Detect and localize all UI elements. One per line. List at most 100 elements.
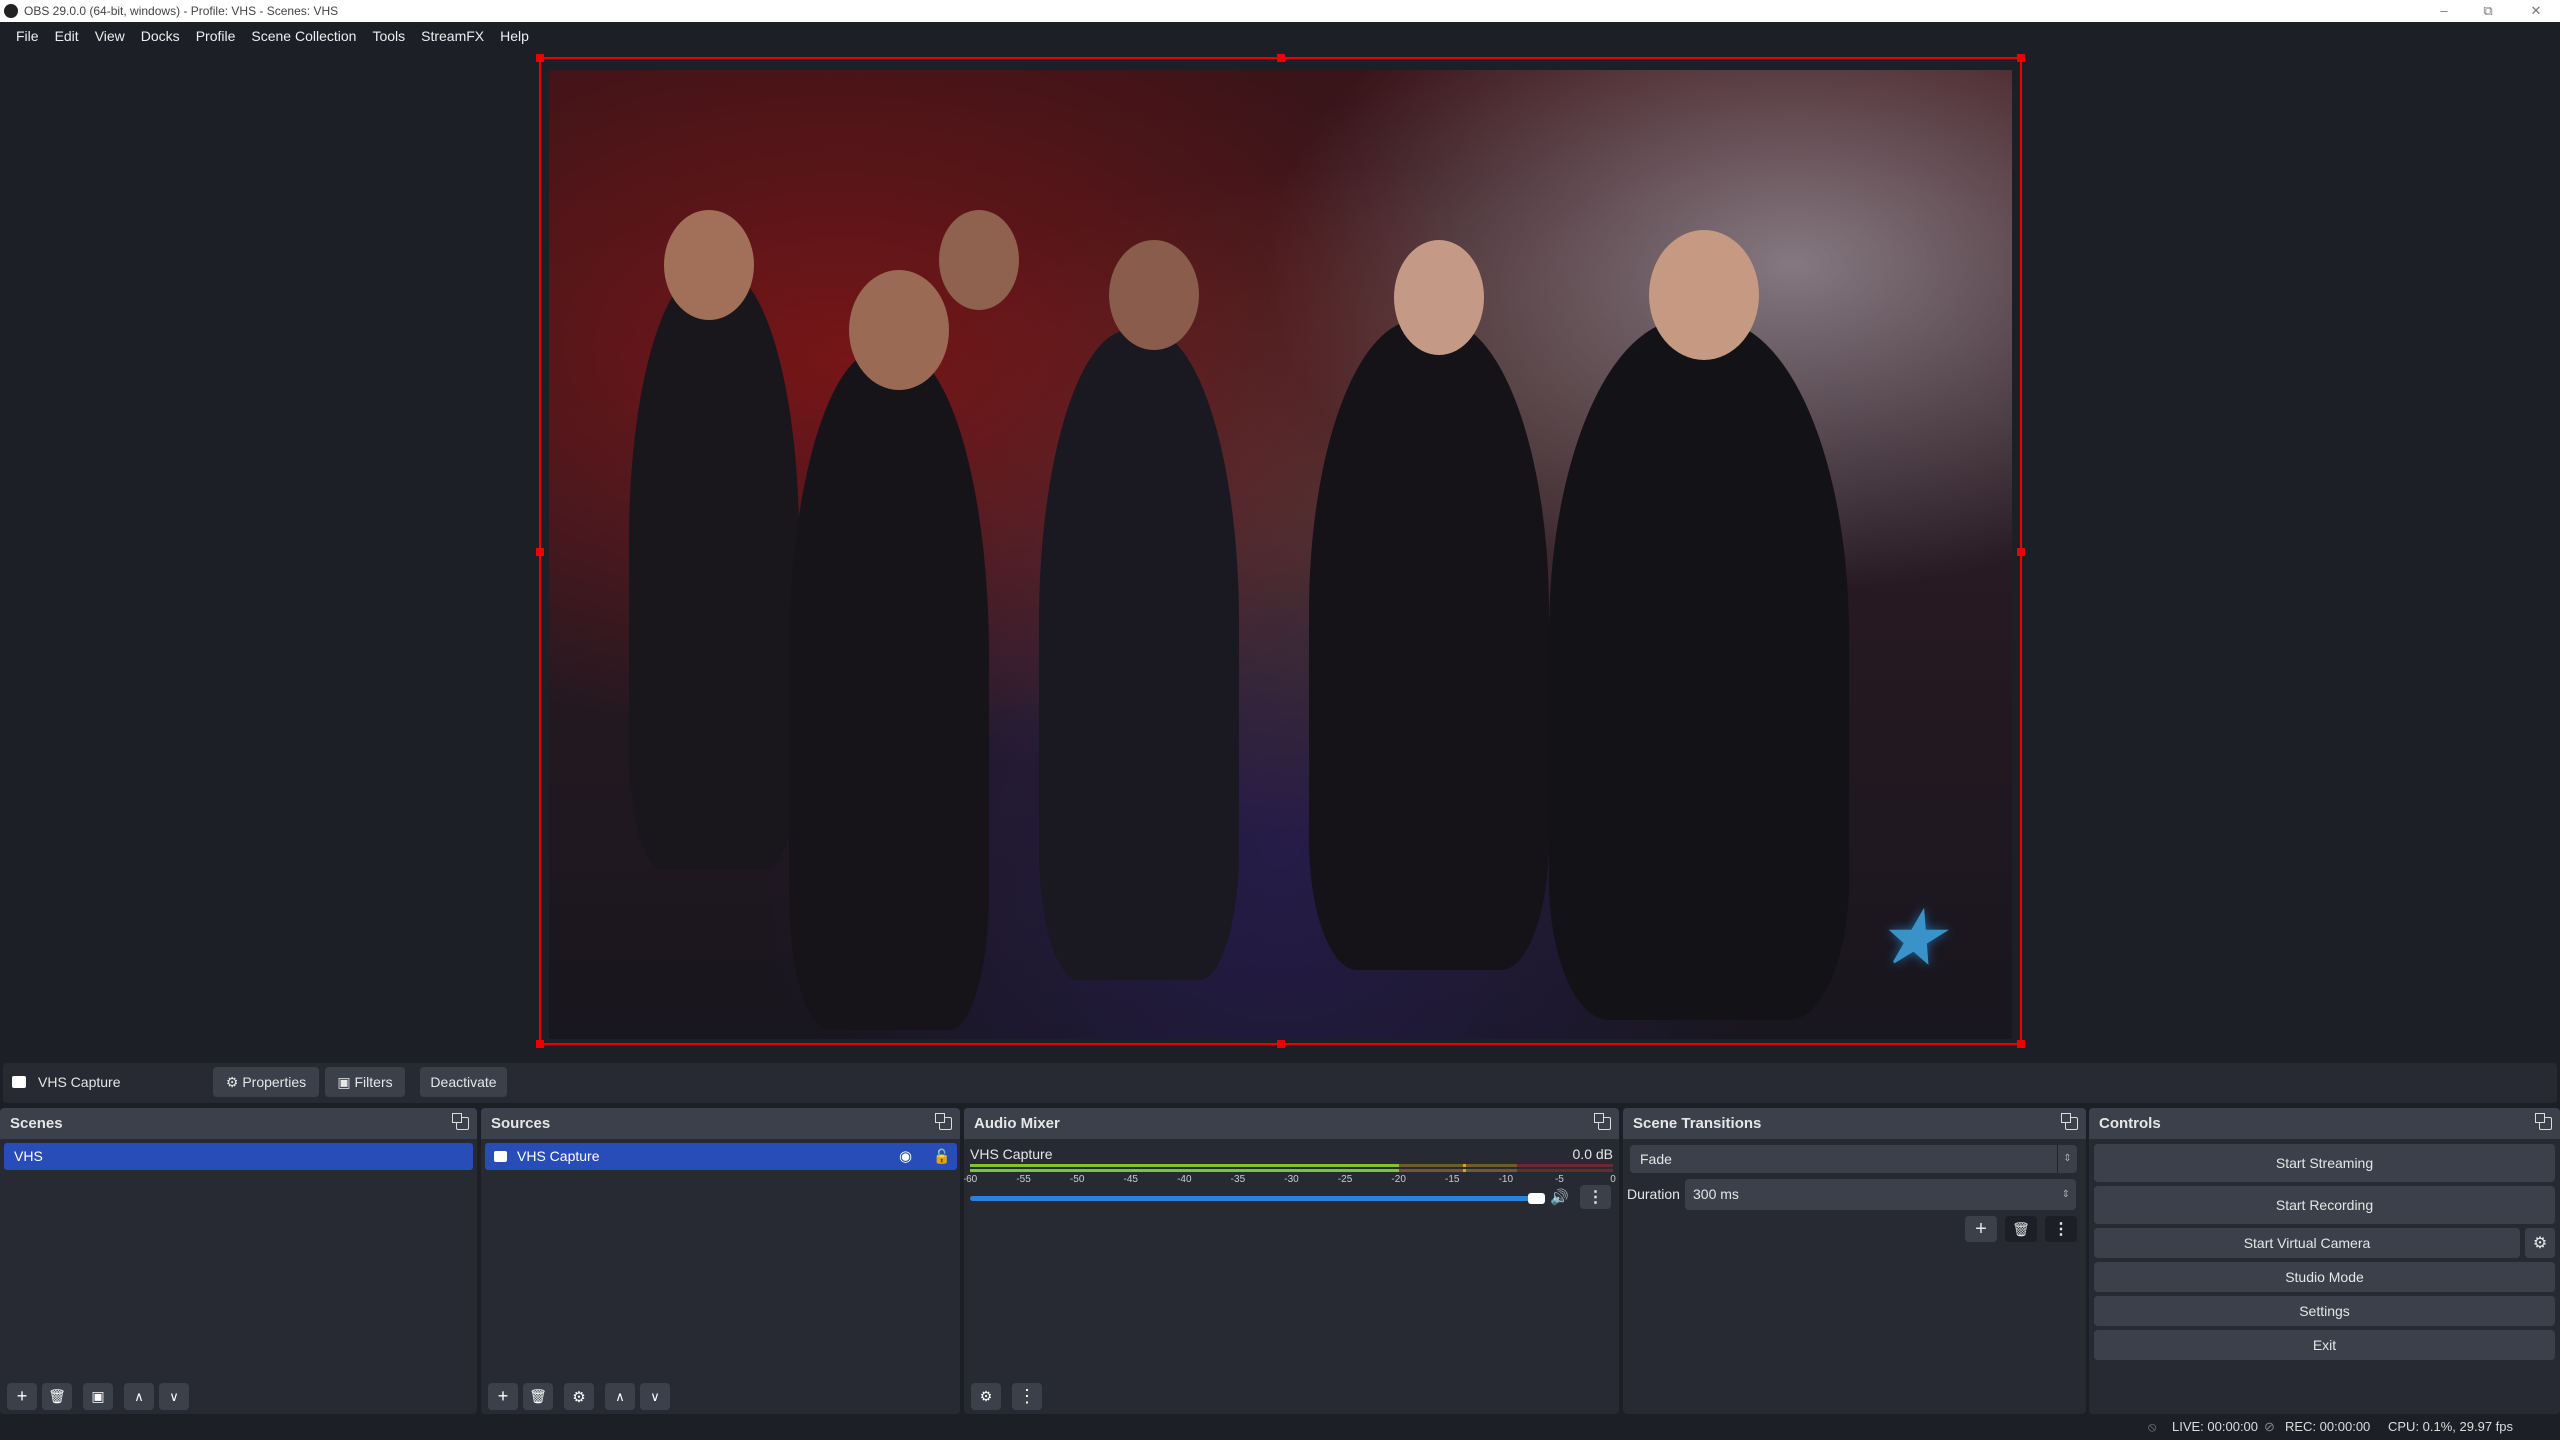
audio-mixer-title: Audio Mixer (974, 1115, 1060, 1132)
source-properties-button[interactable]: ⚙ (564, 1383, 594, 1410)
meter-tick-label: -50 (1069, 1174, 1085, 1185)
source-selection-box[interactable] (536, 54, 2025, 1048)
audio-mixer-dock: Audio Mixer VHS Capture 0.0 dB -60 -55 -50… (964, 1108, 1619, 1414)
remove-source-button[interactable]: 🗑 (523, 1383, 553, 1410)
mixer-menu-button[interactable]: ⋮ (1012, 1383, 1042, 1410)
filters-label: Filters (354, 1074, 393, 1090)
menu-edit[interactable]: Edit (47, 28, 87, 44)
resize-handle[interactable] (536, 1040, 544, 1048)
resize-handle[interactable] (536, 548, 544, 556)
add-icon: + (1975, 1217, 1987, 1240)
menu-streamfx[interactable]: StreamFX (413, 28, 492, 44)
volume-meter (970, 1164, 1613, 1173)
menu-scene-collection[interactable]: Scene Collection (243, 28, 364, 44)
meter-tick-label: -45 (1123, 1174, 1138, 1185)
minimize-button[interactable]: – (2424, 0, 2464, 22)
move-source-down-button[interactable]: ∨ (640, 1383, 670, 1410)
meter-level (970, 1169, 1399, 1172)
add-scene-button[interactable]: + (7, 1383, 37, 1410)
meter-yellow-zone (1398, 1169, 1517, 1172)
undock-icon[interactable] (452, 1113, 469, 1130)
add-transition-button[interactable]: + (1965, 1216, 1997, 1242)
sources-title: Sources (491, 1115, 551, 1132)
scene-filters-button[interactable]: ▣ (83, 1383, 113, 1410)
chevron-down-icon: ∨ (650, 1388, 660, 1404)
meter-tick-label: -25 (1337, 1174, 1353, 1185)
scene-item-vhs[interactable]: VHS (4, 1143, 473, 1170)
chevron-up-icon: ∧ (134, 1388, 144, 1404)
duration-label: Duration (1627, 1186, 1680, 1202)
move-scene-down-button[interactable]: ∨ (159, 1383, 189, 1410)
resize-handle[interactable] (2017, 54, 2025, 62)
remove-scene-button[interactable]: 🗑 (42, 1383, 72, 1410)
resize-handle[interactable] (1277, 1040, 1285, 1048)
source-item[interactable]: VHS Capture ◉ 🔓 (485, 1143, 957, 1170)
channel-menu-button[interactable]: ⋮ (1580, 1185, 1611, 1209)
trash-icon: 🗑 (48, 1388, 66, 1404)
close-button[interactable]: ✕ (2516, 0, 2556, 22)
trash-icon: 🗑 (2012, 1220, 2030, 1237)
start-virtual-camera-button[interactable]: Start Virtual Camera (2094, 1228, 2520, 1258)
remove-transition-button[interactable]: 🗑 (2005, 1216, 2037, 1242)
resize-handle[interactable] (1277, 54, 1285, 62)
transition-selected: Fade (1640, 1151, 1672, 1167)
undock-icon[interactable] (935, 1113, 952, 1130)
undock-icon[interactable] (2535, 1113, 2552, 1130)
spin-arrows-icon[interactable]: ⇕ (2062, 1179, 2070, 1210)
start-streaming-button[interactable]: Start Streaming (2094, 1144, 2555, 1182)
source-name: VHS Capture (517, 1148, 600, 1164)
properties-button[interactable]: ⚙ Properties (213, 1067, 319, 1097)
move-source-up-button[interactable]: ∧ (605, 1383, 635, 1410)
camera-icon (12, 1076, 26, 1088)
title-bar: OBS 29.0.0 (64-bit, windows) - Profile: … (0, 0, 2560, 22)
studio-mode-button[interactable]: Studio Mode (2094, 1262, 2555, 1292)
gears-icon: ⚙ (979, 1388, 993, 1404)
obs-logo-icon (4, 4, 18, 18)
start-recording-button[interactable]: Start Recording (2094, 1186, 2555, 1224)
undock-icon[interactable] (1594, 1113, 1611, 1130)
transition-select[interactable]: Fade ⇕ (1630, 1145, 2077, 1173)
volume-slider-handle[interactable] (1528, 1193, 1545, 1204)
resize-handle[interactable] (536, 54, 544, 62)
add-source-button[interactable]: + (488, 1383, 518, 1410)
deactivate-button[interactable]: Deactivate (420, 1067, 507, 1097)
menu-help[interactable]: Help (492, 28, 537, 44)
gear-icon: ⚙ (572, 1388, 586, 1406)
advanced-audio-button[interactable]: ⚙ (971, 1383, 1001, 1410)
resize-handle[interactable] (2017, 548, 2025, 556)
volume-slider[interactable] (970, 1196, 1540, 1201)
add-icon: + (16, 1386, 28, 1406)
menu-docks[interactable]: Docks (133, 28, 188, 44)
filters-button[interactable]: ▣ Filters (325, 1067, 405, 1097)
channel-volume-db: 0.0 dB (1572, 1146, 1613, 1162)
menu-profile[interactable]: Profile (188, 28, 244, 44)
meter-tick-label: -5 (1554, 1174, 1564, 1185)
transition-menu-button[interactable]: ⋮ (2045, 1216, 2077, 1242)
unlock-icon[interactable]: 🔓 (933, 1143, 950, 1170)
speaker-icon[interactable]: 🔊 (1550, 1188, 1569, 1206)
add-icon: + (497, 1386, 509, 1406)
menu-view[interactable]: View (87, 28, 133, 44)
meter-tick-label: 0 (1610, 1174, 1616, 1185)
move-scene-up-button[interactable]: ∧ (124, 1383, 154, 1410)
transitions-title: Scene Transitions (1633, 1115, 1762, 1132)
settings-button[interactable]: Settings (2094, 1296, 2555, 1326)
meter-level (970, 1164, 1399, 1167)
virtual-camera-settings-button[interactable]: ⚙ (2525, 1228, 2555, 1258)
channel-name: VHS Capture (970, 1146, 1053, 1162)
audio-mixer-header: Audio Mixer (964, 1108, 1619, 1139)
duration-spinbox[interactable]: 300 ms ⇕ (1685, 1179, 2076, 1210)
status-bar: ⦸ LIVE: 00:00:00 ⊘ REC: 00:00:00 CPU: 0.… (0, 1414, 2560, 1440)
undock-icon[interactable] (2061, 1113, 2078, 1130)
menu-tools[interactable]: Tools (364, 28, 413, 44)
restore-button[interactable]: ⧉ (2468, 0, 2508, 22)
resize-handle[interactable] (2017, 1040, 2025, 1048)
menu-file[interactable]: File (8, 28, 47, 44)
cpu-fps: CPU: 0.1%, 29.97 fps (2388, 1419, 2514, 1434)
gear-icon: ⚙ (225, 1073, 243, 1090)
eye-icon[interactable]: ◉ (899, 1143, 912, 1170)
exit-button[interactable]: Exit (2094, 1330, 2555, 1360)
meter-yellow-zone (1398, 1164, 1517, 1167)
meter-tick-label: -20 (1391, 1174, 1406, 1185)
source-toolbar: VHS Capture ⚙ Properties ▣ Filters Deact… (3, 1063, 2557, 1103)
